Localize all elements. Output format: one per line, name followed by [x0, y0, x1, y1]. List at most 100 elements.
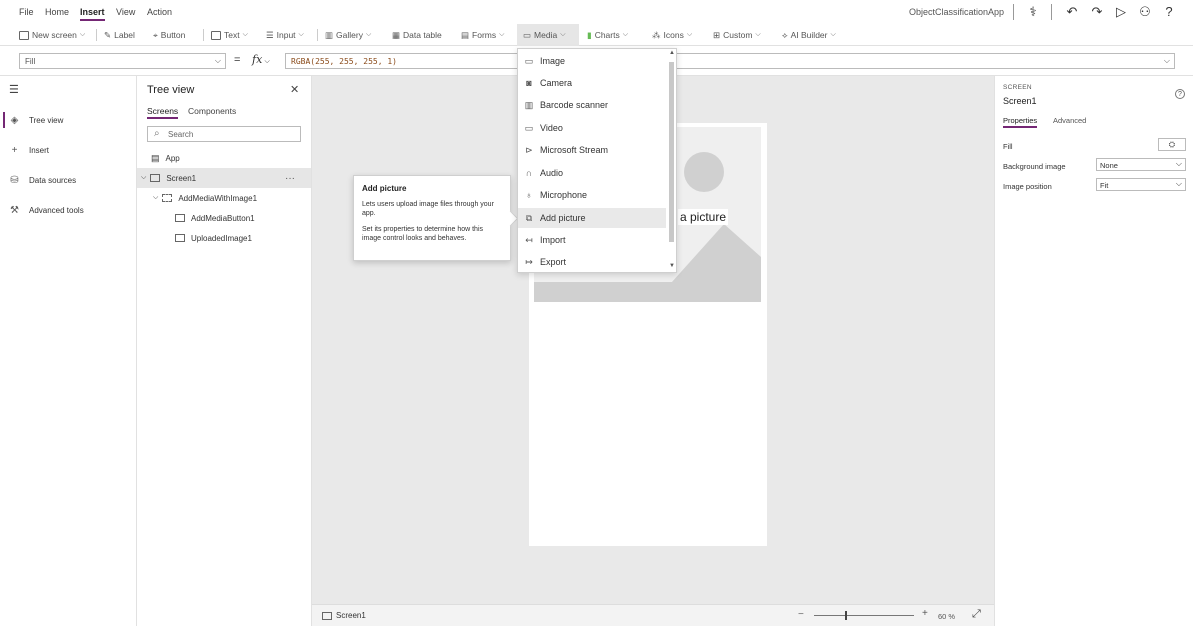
tab-components[interactable]: Components [188, 106, 236, 116]
group-icon [162, 194, 173, 202]
menu-item-barcode-scanner[interactable]: ▥ Barcode scanner [518, 95, 666, 115]
add-picture-tooltip: Add picture Lets users upload image file… [353, 175, 511, 261]
tab-screens[interactable]: Screens [147, 106, 179, 119]
new-screen-button[interactable]: New screen ⌵ [19, 28, 85, 42]
tree-node-uploadedimage[interactable]: UploadedImage1 [137, 228, 311, 248]
app-name: ObjectClassificationApp [909, 7, 1005, 17]
menu-item-audio[interactable]: ∩ Audio [518, 163, 666, 183]
media-button[interactable]: ▭ Media ⌵ [517, 24, 579, 46]
add-picture-label[interactable]: a picture [678, 209, 729, 225]
search-input[interactable]: ⌕ Search [147, 126, 301, 142]
background-image-dropdown[interactable]: None ⌵ [1096, 158, 1186, 171]
data-table-button[interactable]: ▦ Data table [392, 28, 442, 42]
menu-item-export[interactable]: ↦ Export [518, 252, 666, 272]
image-position-dropdown[interactable]: Fit ⌵ [1096, 178, 1186, 191]
chevron-down-icon[interactable]: ⌵ [141, 174, 146, 182]
menu-item-import[interactable]: ↤ Import [518, 230, 666, 250]
redo-icon[interactable]: ↷ [1089, 4, 1105, 20]
play-icon[interactable]: ▷ [1113, 4, 1129, 20]
property-dropdown[interactable]: Fill ⌵ [19, 53, 226, 69]
nav-data-sources[interactable]: ⛁ Data sources [0, 169, 136, 191]
fill-label: Fill [1003, 142, 1013, 151]
background-image-value: None [1100, 161, 1118, 170]
ai-builder-label: AI Builder [790, 30, 828, 40]
zoom-out-icon[interactable]: − [798, 609, 804, 620]
nav-label: Data sources [29, 175, 77, 185]
menu-item-image[interactable]: ▭ Image [518, 51, 666, 71]
divider [1051, 4, 1052, 20]
forms-button[interactable]: ▤ Forms ⌵ [461, 28, 504, 42]
formula-input[interactable]: RGBA(255, 255, 255, 1) ⌵ [285, 53, 1175, 69]
menu-item-video[interactable]: ▭ Video [518, 118, 666, 138]
menu-action[interactable]: Action [147, 7, 172, 17]
text-button[interactable]: Text ⌵ [211, 28, 248, 42]
chevron-down-icon[interactable]: ⌵ [153, 194, 158, 202]
fit-to-window-icon[interactable]: ⤢ [972, 608, 981, 621]
divider [317, 29, 318, 41]
nav-insert[interactable]: + Insert [0, 139, 136, 161]
help-icon[interactable]: ? [1161, 4, 1177, 20]
menu-item-add-picture[interactable]: ⧉ Add picture [518, 208, 666, 228]
menu-view[interactable]: View [116, 7, 135, 17]
barcode-icon: ▥ [524, 99, 534, 110]
input-button[interactable]: ☰ Input ⌵ [266, 28, 304, 42]
custom-icon: ⊞ [713, 29, 721, 40]
icons-button[interactable]: ⁂ Icons ⌵ [652, 28, 692, 42]
custom-button[interactable]: ⊞ Custom ⌵ [713, 28, 761, 42]
nav-label: Insert [29, 145, 50, 155]
close-icon[interactable]: ✕ [290, 83, 299, 96]
tree-node-app[interactable]: ▤ App [137, 148, 311, 168]
tab-advanced[interactable]: Advanced [1053, 116, 1086, 125]
undo-icon[interactable]: ↶ [1064, 4, 1080, 20]
menu-file[interactable]: File [19, 7, 34, 17]
tab-properties[interactable]: Properties [1003, 116, 1038, 128]
zoom-slider-thumb[interactable] [845, 611, 847, 620]
help-icon[interactable]: ? [1175, 89, 1185, 99]
tree-node-screen[interactable]: ⌵ Screen1 ··· [137, 168, 311, 188]
tree-node-addmediabutton[interactable]: AddMediaButton1 [137, 208, 311, 228]
nav-tree-view[interactable]: ◈ Tree view [0, 109, 136, 131]
chevron-down-icon: ⌵ [499, 31, 505, 38]
status-screen-label: Screen1 [336, 611, 366, 620]
panel-title: Tree view [147, 84, 195, 96]
forms-label: Forms [472, 30, 497, 40]
insert-ribbon: New screen ⌵ ✎ Label ⌖ Button Text ⌵ ☰ Input ⌵… [0, 24, 1193, 46]
media-icon: ▭ [523, 29, 532, 40]
button-label: Button [160, 30, 186, 40]
button-button[interactable]: ⌖ Button [153, 28, 185, 42]
label-button[interactable]: ✎ Label [104, 28, 135, 42]
zoom-value: 60 % [938, 612, 956, 621]
input-label: Input [276, 30, 296, 40]
menu-item-camera[interactable]: ◙ Camera [518, 73, 666, 93]
fill-color-picker[interactable]: ⛭ [1158, 138, 1186, 151]
account-icon[interactable]: ⚇ [1137, 4, 1153, 20]
scroll-up-icon[interactable]: ▲ [669, 50, 675, 56]
gallery-button[interactable]: ▥ Gallery ⌵ [325, 28, 371, 42]
zoom-slider[interactable] [814, 615, 914, 616]
tree-node-addmedia[interactable]: ⌵ AddMediaWithImage1 [137, 188, 311, 208]
menu-item-label: Audio [540, 168, 564, 178]
zoom-in-icon[interactable]: + [922, 608, 928, 619]
fx-button[interactable]: fx ⌵ [252, 53, 282, 69]
export-icon: ↦ [525, 256, 533, 267]
menu-home[interactable]: Home [45, 7, 69, 17]
divider [96, 29, 97, 41]
menu-insert[interactable]: Insert [80, 7, 105, 21]
headphones-icon: ∩ [525, 168, 533, 178]
app-checker-icon[interactable]: ⚕ [1025, 4, 1041, 20]
nav-advanced-tools[interactable]: ⚒ Advanced tools [0, 199, 136, 221]
menu-item-microsoft-stream[interactable]: ⊳ Microsoft Stream [518, 140, 666, 160]
menu-item-label: Microsoft Stream [540, 145, 609, 155]
hamburger-icon[interactable]: ☰ [9, 83, 19, 96]
node-label: Screen1 [166, 173, 197, 183]
chevron-down-icon: ⌵ [686, 31, 693, 38]
more-options-icon[interactable]: ··· [285, 173, 295, 184]
status-screen-selector[interactable]: Screen1 [322, 611, 366, 620]
scroll-down-icon[interactable]: ▼ [669, 263, 675, 269]
menu-item-microphone[interactable]: ♁ Microphone [518, 185, 666, 205]
dropdown-scrollbar[interactable]: ▲ ▼ [667, 50, 676, 271]
image-position-value: Fit [1100, 181, 1109, 190]
scrollbar-thumb[interactable] [669, 62, 674, 242]
ai-builder-button[interactable]: ⟡ AI Builder ⌵ [782, 28, 836, 42]
charts-button[interactable]: ▮ Charts ⌵ [587, 28, 628, 42]
